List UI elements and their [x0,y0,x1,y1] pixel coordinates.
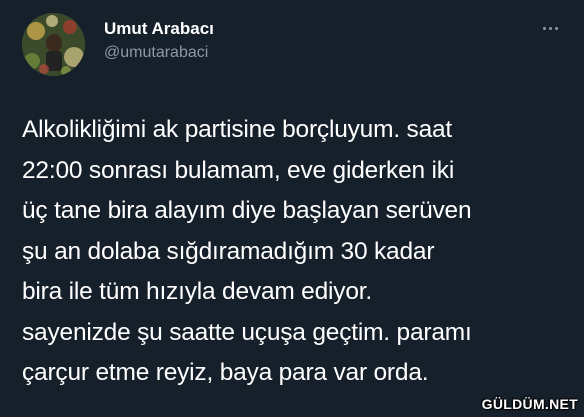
more-horizontal-icon [542,26,546,30]
more-options-button[interactable] [537,18,563,38]
tweet-card: Umut Arabacı @umutarabaci Alkolikliğimi … [0,0,584,417]
more-horizontal-icon [548,26,552,30]
tweet-text: Alkolikliğimi ak partisine borçluyum. sa… [22,116,472,386]
more-horizontal-icon [554,26,558,30]
watermark: GÜLDÜM.NET [481,396,578,412]
avatar-photo [22,13,85,76]
author-handle[interactable]: @umutarabaci [104,44,208,62]
author-display-name[interactable]: Umut Arabacı [104,19,214,39]
avatar[interactable] [22,13,85,76]
